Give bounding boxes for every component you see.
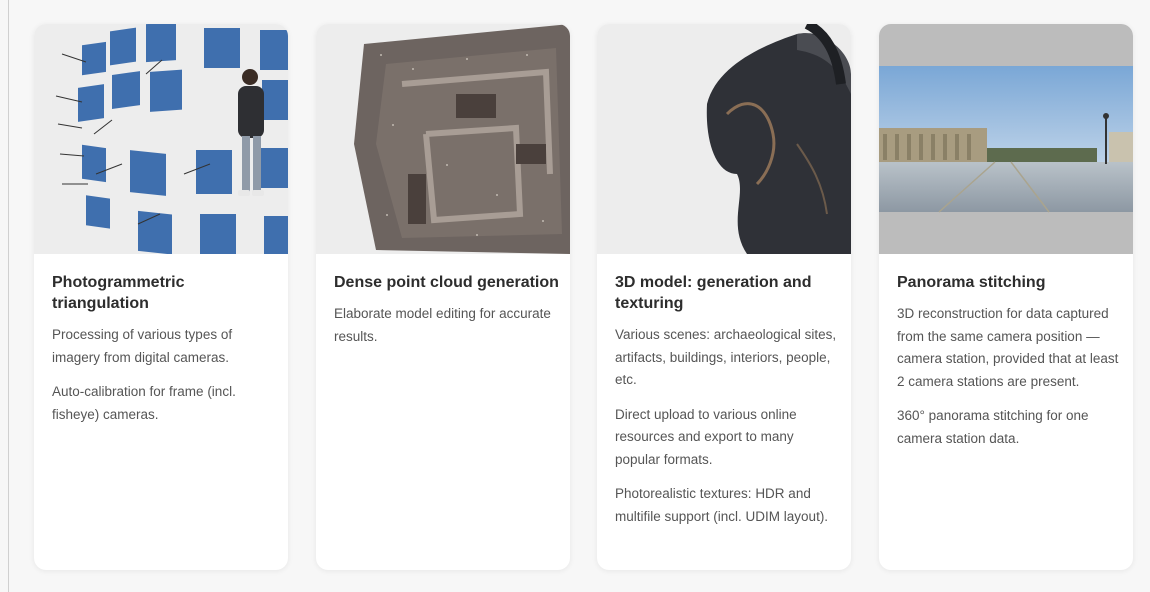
feature-card-photogrammetric-triangulation[interactable]: Photogrammetric triangulation Processing… [34,24,288,570]
left-divider [8,0,9,592]
feature-card-dense-point-cloud[interactable]: Dense point cloud generation Elaborate m… [316,24,570,570]
photogrammetric-triangulation-image [34,24,288,254]
feature-card-panorama-stitching[interactable]: Panorama stitching 3D reconstruction for… [879,24,1133,570]
dense-point-cloud-image [316,24,570,254]
card-paragraph: Direct upload to various online resource… [615,406,797,467]
card-paragraph: 360° panorama stitching for one camera s… [897,408,1089,446]
card-paragraph: 3D reconstruction for data captured from… [897,306,1119,389]
3d-model-image [597,24,851,254]
feature-card-3d-model[interactable]: 3D model: generation and texturing Vario… [597,24,851,570]
panorama-image [879,24,1133,254]
card-paragraph: Various scenes: archaeological sites, ar… [615,327,837,387]
card-title: 3D model: generation and texturing [615,274,812,312]
card-title: Dense point cloud generation [334,274,559,291]
card-paragraph: Photorealistic textures: HDR and multifi… [615,486,829,524]
card-paragraph: Elaborate model editing for accurate res… [334,306,551,344]
card-title: Panorama stitching [897,274,1046,291]
card-title: Photogrammetric triangulation [52,274,185,312]
card-paragraph: Auto-calibration for frame (incl. fishey… [52,384,236,422]
card-paragraph: Processing of various types of imagery f… [52,327,233,365]
